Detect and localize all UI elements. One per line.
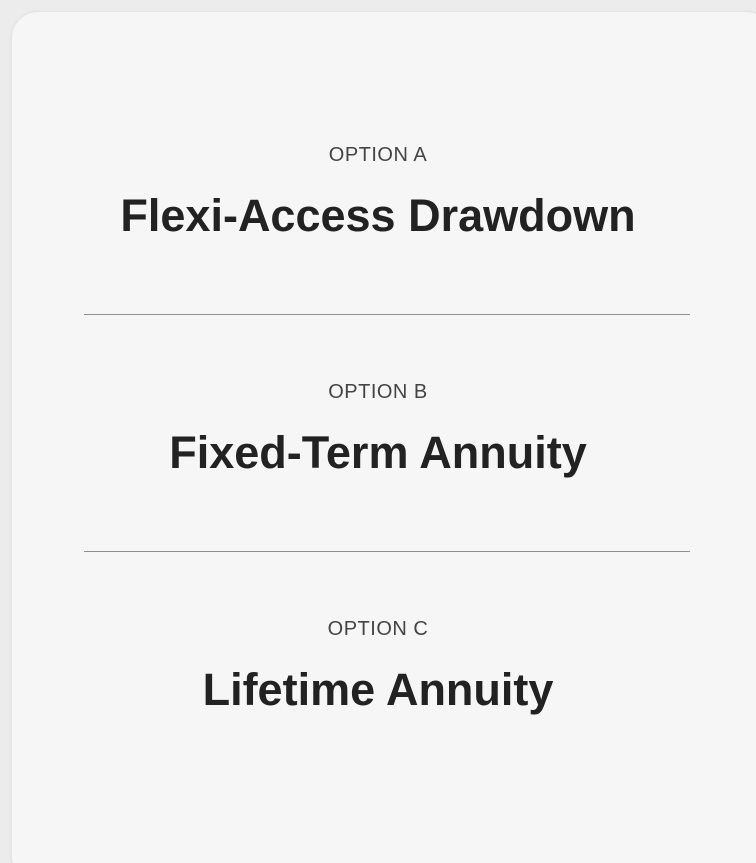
divider — [84, 551, 690, 552]
option-c: OPTION C Lifetime Annuity — [0, 617, 756, 717]
option-b: OPTION B Fixed-Term Annuity — [0, 380, 756, 480]
option-a-label: OPTION A — [328, 144, 428, 166]
option-b-title: Fixed-Term Annuity — [169, 427, 587, 478]
option-c-title: Lifetime Annuity — [202, 664, 554, 715]
option-b-label: OPTION B — [328, 381, 428, 403]
option-a: OPTION A Flexi-Access Drawdown — [0, 143, 756, 243]
option-a-title: Flexi-Access Drawdown — [120, 190, 636, 241]
option-c-label: OPTION C — [327, 618, 429, 640]
divider — [84, 314, 690, 315]
